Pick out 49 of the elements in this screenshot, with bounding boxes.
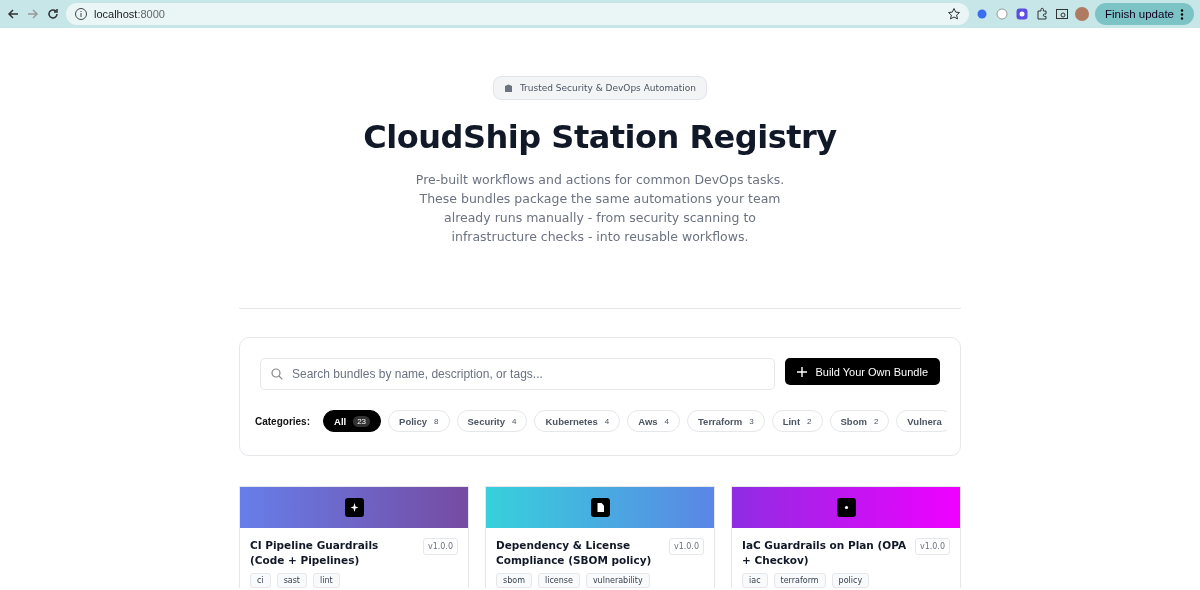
- category-chip[interactable]: Kubernetes 4: [534, 410, 621, 432]
- bundle-card[interactable]: CI Pipeline Guardrails (Code + Pipelines) v1.0.0 ci sast lint: [239, 486, 469, 588]
- info-icon[interactable]: [74, 7, 88, 21]
- extension-icon[interactable]: [1014, 7, 1029, 21]
- build-bundle-button[interactable]: Build Your Own Bundle: [785, 358, 940, 385]
- url-text: localhost:8000: [94, 8, 165, 20]
- tab-search-icon[interactable]: [1054, 7, 1069, 21]
- shield-icon: [503, 83, 513, 93]
- reload-icon[interactable]: [46, 7, 60, 21]
- category-chip[interactable]: Vulnera: [896, 410, 947, 432]
- category-chip[interactable]: Sbom 2: [829, 410, 890, 432]
- tag: policy: [831, 573, 870, 588]
- document-icon: [590, 498, 610, 517]
- tag: sbom: [496, 573, 532, 588]
- page-description: Pre-built workflows and actions for common DevOps tasks. These bundles package the same automations your team already runs manually - from security scanning to infrastructure checks - into reusable workflows.: [414, 171, 786, 246]
- profile-avatar[interactable]: [1074, 7, 1089, 21]
- tag: lint: [313, 573, 340, 588]
- more-icon: [1180, 8, 1184, 20]
- page-title: CloudShip Station Registry: [363, 118, 837, 156]
- category-chip[interactable]: Aws 4: [627, 410, 680, 432]
- category-chip[interactable]: All 23: [323, 410, 382, 432]
- tag: sast: [276, 573, 307, 588]
- badge-text: Trusted Security & DevOps Automation: [519, 83, 697, 93]
- version-badge: v1.0.0: [668, 538, 704, 555]
- tag: iac: [742, 573, 768, 588]
- tag: ci: [250, 573, 271, 588]
- tag: vulnerability: [585, 573, 650, 588]
- plus-icon: [797, 366, 808, 377]
- search-field[interactable]: Search bundles by name, description, or tags...: [260, 358, 776, 390]
- bundle-title: IaC Guardrails on Plan (OPA + Checkov): [742, 538, 907, 568]
- star-icon[interactable]: [946, 7, 961, 21]
- puzzle-icon[interactable]: [1034, 7, 1049, 21]
- back-icon[interactable]: [6, 7, 20, 21]
- categories-label: Categories:: [255, 415, 310, 427]
- tag: terraform: [773, 573, 826, 588]
- category-chip[interactable]: Lint 2: [771, 410, 823, 432]
- category-chip[interactable]: Security 4: [456, 410, 528, 432]
- category-chip[interactable]: Policy 8: [388, 410, 450, 432]
- bundle-title: CI Pipeline Guardrails (Code + Pipelines): [250, 538, 380, 568]
- tag: license: [537, 573, 580, 588]
- sparkle-icon: [344, 498, 364, 517]
- address-bar[interactable]: localhost:8000: [66, 3, 969, 25]
- update-button[interactable]: Finish update: [1094, 3, 1194, 25]
- bundle-title: Dependency & License Compliance (SBOM policy): [496, 538, 653, 568]
- category-chip[interactable]: Terraform 3: [687, 410, 765, 432]
- bundle-card[interactable]: IaC Guardrails on Plan (OPA + Checkov) v1.0.0 iac terraform policy: [731, 486, 961, 588]
- version-badge: v1.0.0: [914, 538, 950, 555]
- bundle-card[interactable]: Dependency & License Compliance (SBOM policy) v1.0.0 sbom license vulnerability: [485, 486, 715, 588]
- version-badge: v1.0.0: [422, 538, 458, 555]
